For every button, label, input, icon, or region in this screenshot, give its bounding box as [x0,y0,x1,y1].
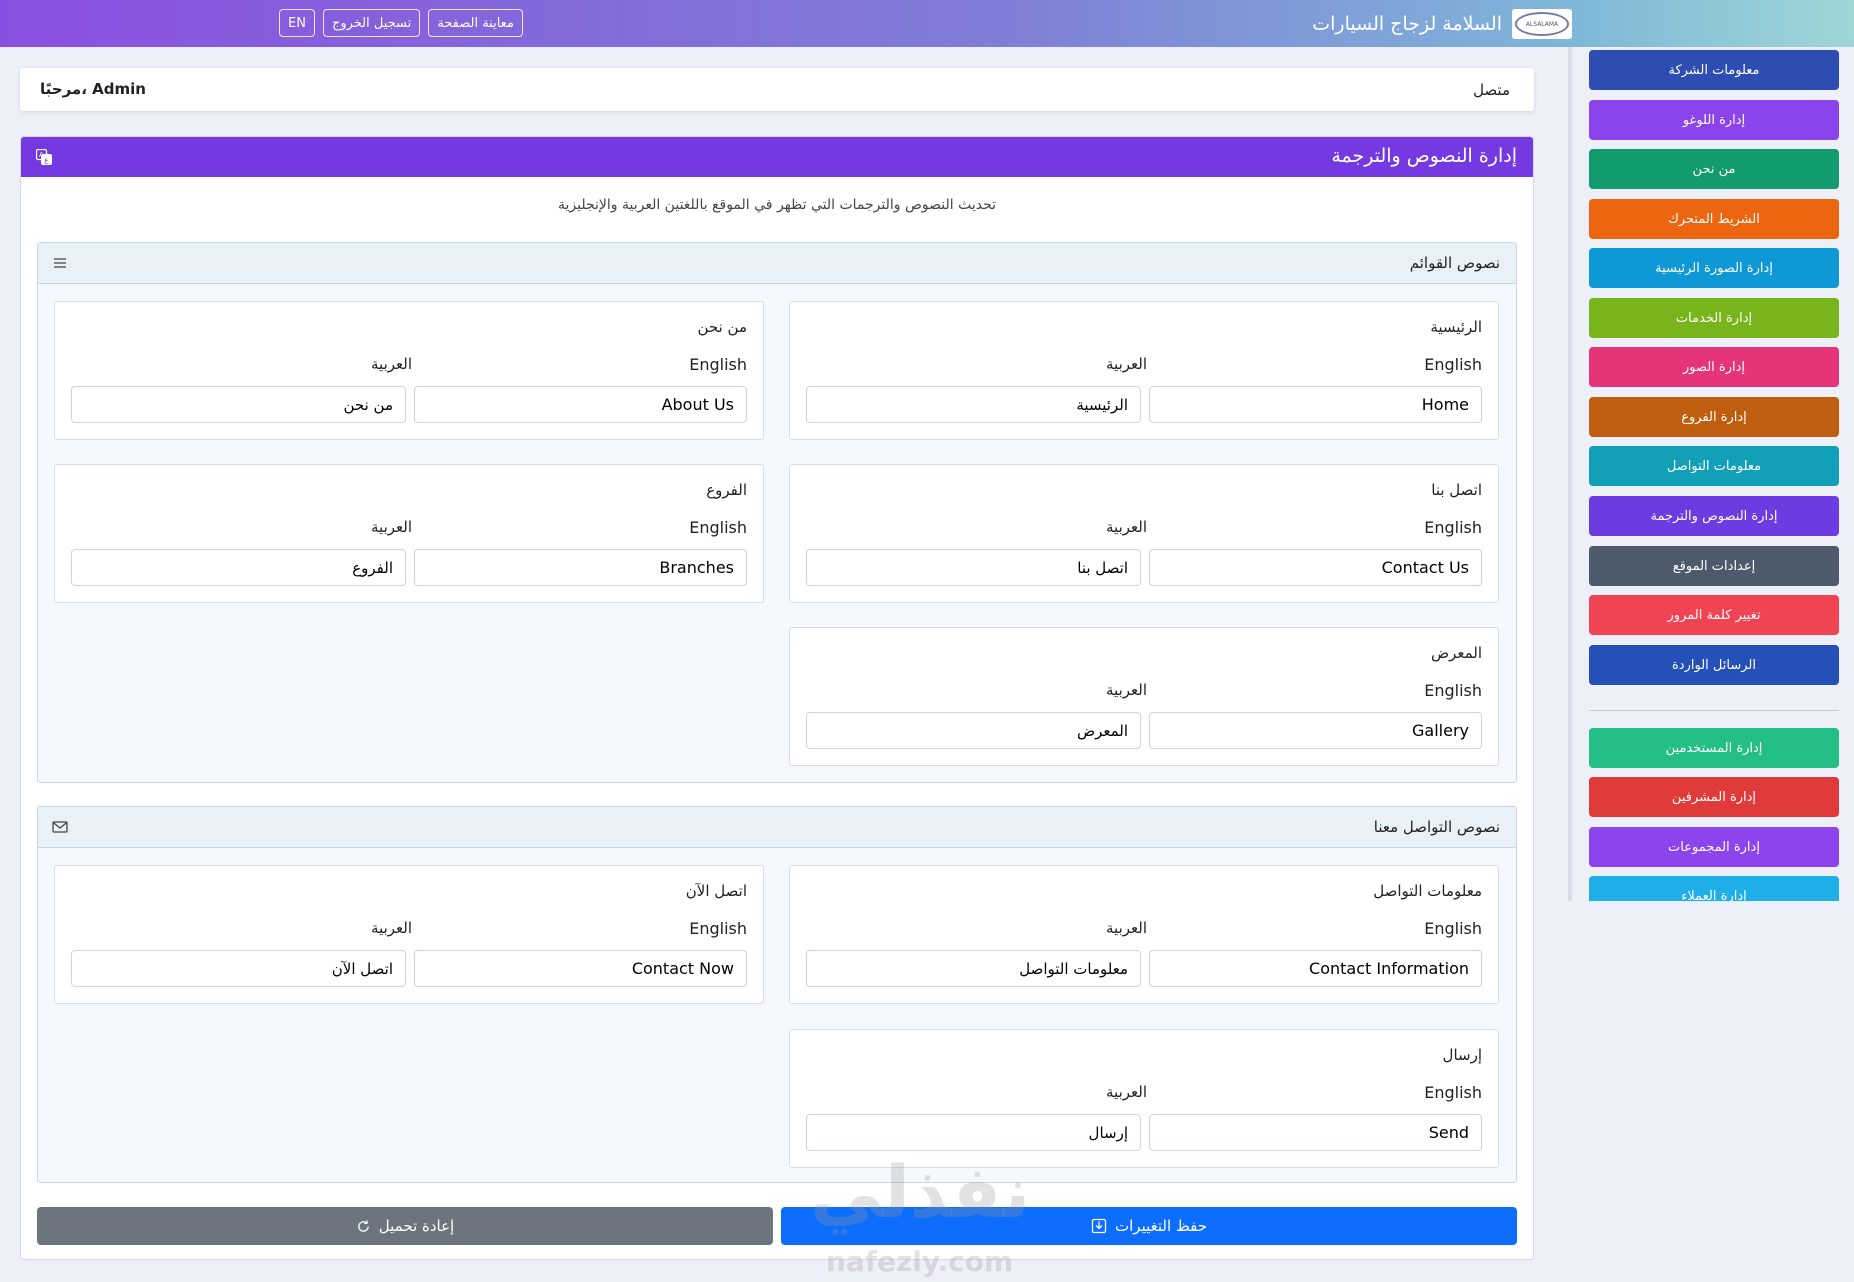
envelope-icon [52,821,68,833]
section-title: نصوص التواصل معنا [1373,818,1500,836]
svg-text:A: A [39,151,44,159]
brand-title: السلامة لزجاج السيارات [1312,13,1502,35]
section-header: نصوص التواصل معنا [38,807,1516,848]
arabic-label: العربية [1106,518,1147,536]
panel-title: إدارة النصوص والترجمة [1331,145,1517,167]
arabic-label: العربية [1106,919,1147,937]
list-icon [54,258,66,268]
translate-icon: A ع [36,149,52,165]
translation-card-about: من نحن English العربية [54,301,764,440]
sidebar-item-logo[interactable]: إدارة اللوغو [1589,100,1839,140]
english-input[interactable] [414,950,747,987]
save-icon [1091,1218,1107,1234]
section-title: نصوص القوائم [1409,254,1500,272]
english-label: English [1424,919,1482,938]
arabic-label: العربية [1106,355,1147,373]
sidebar-item-contact-info[interactable]: معلومات التواصل [1589,446,1839,486]
contact-texts-section: نصوص التواصل معنا معلومات التواصل Englis… [37,806,1517,1183]
english-input[interactable] [1149,386,1482,423]
translation-card-branches: الفروع English العربية [54,464,764,603]
translation-card-home: الرئيسية English العربية [789,301,1499,440]
english-input[interactable] [414,386,747,423]
arabic-input[interactable] [806,549,1141,586]
sidebar-item-services[interactable]: إدارة الخدمات [1589,298,1839,338]
sidebar-item-images[interactable]: إدارة الصور [1589,347,1839,387]
sidebar-item-about[interactable]: من نحن [1589,149,1839,189]
save-changes-label: حفظ التغييرات [1115,1217,1207,1235]
sidebar-item-texts[interactable]: إدارة النصوص والترجمة [1589,496,1839,536]
sidebar-item-site-settings[interactable]: إعدادات الموقع [1589,546,1839,586]
english-label: English [689,919,747,938]
card-title: اتصل الآن [685,882,747,900]
arabic-input[interactable] [806,950,1141,987]
english-label: English [689,355,747,374]
card-title: معلومات التواصل [1373,882,1482,900]
arabic-label: العربية [371,518,412,536]
english-input[interactable] [1149,712,1482,749]
arabic-input[interactable] [71,549,406,586]
panel-header: إدارة النصوص والترجمة A ع [21,137,1533,177]
brand-logo: ALSALAMA [1512,9,1572,39]
sidebar-item-groups[interactable]: إدارة المجموعات [1589,827,1839,867]
sidebar-item-hero-image[interactable]: إدارة الصورة الرئيسية [1589,248,1839,288]
sidebar-item-branches[interactable]: إدارة الفروع [1589,397,1839,437]
arabic-label: العربية [371,919,412,937]
sidebar-item-company-info[interactable]: معلومات الشركة [1589,50,1839,90]
english-input[interactable] [414,549,747,586]
card-title: الرئيسية [1430,318,1482,336]
panel-subtitle: تحديث النصوص والترجمات التي تظهر في المو… [557,197,997,213]
reload-label: إعادة تحميل [378,1217,455,1235]
translation-card-gallery: المعرض English العربية [789,627,1499,766]
english-input[interactable] [1149,549,1482,586]
connection-status: متصل [1473,81,1510,99]
menu-texts-section: نصوص القوائم الرئيسية English العربية من… [37,242,1517,783]
english-input[interactable] [1149,1114,1482,1151]
lang-toggle-button[interactable]: EN [279,9,315,37]
top-navbar: ALSALAMA السلامة لزجاج السيارات EN تسجيل… [0,0,1854,47]
logout-button[interactable]: تسجيل الخروج [322,9,421,37]
english-label: English [1424,681,1482,700]
arabic-label: العربية [1106,681,1147,699]
sidebar-item-admins[interactable]: إدارة المشرفين [1589,777,1839,817]
arabic-input[interactable] [806,386,1141,423]
arabic-input[interactable] [806,712,1141,749]
translation-card-contact: اتصل بنا English العربية [789,464,1499,603]
translation-card-send: إرسال English العربية [789,1029,1499,1168]
english-label: English [689,518,747,537]
english-label: English [1424,518,1482,537]
card-title: إرسال [1442,1046,1482,1064]
arabic-label: العربية [1106,1083,1147,1101]
logo-oval: ALSALAMA [1515,12,1569,36]
arabic-label: العربية [371,355,412,373]
sidebar-item-change-password[interactable]: تغيير كلمة المرور [1589,595,1839,635]
sidebar-item-inbox[interactable]: الرسائل الواردة [1589,645,1839,685]
save-changes-button[interactable]: حفظ التغييرات [781,1207,1517,1245]
arabic-input[interactable] [71,950,406,987]
arabic-input[interactable] [806,1114,1141,1151]
sidebar-item-ticker[interactable]: الشريط المتحرك [1589,199,1839,239]
welcome-card: متصل مرحبًا، Admin [20,68,1534,111]
english-label: English [1424,355,1482,374]
sidebar-border [1568,47,1572,901]
sidebar-divider [1589,710,1839,711]
welcome-greeting: مرحبًا، Admin [40,80,146,98]
preview-page-button[interactable]: معاينة الصفحة [428,9,523,37]
translation-card-contact-now: اتصل الآن English العربية [54,865,764,1004]
english-input[interactable] [1149,950,1482,987]
brand[interactable]: ALSALAMA السلامة لزجاج السيارات [1312,8,1572,40]
arabic-input[interactable] [71,386,406,423]
refresh-icon [357,1219,369,1232]
text-management-panel: إدارة النصوص والترجمة A ع تحديث النصوص و… [20,136,1534,1260]
card-title: اتصل بنا [1431,481,1482,499]
card-title: من نحن [697,318,748,336]
section-header: نصوص القوائم [38,243,1516,284]
sidebar: معلومات الشركة إدارة اللوغو من نحن الشري… [1568,47,1854,901]
card-title: المعرض [1430,644,1482,662]
sidebar-item-clients[interactable]: إدارة العملاء [1589,876,1839,901]
english-label: English [1424,1083,1482,1102]
translation-card-contact-info: معلومات التواصل English العربية [789,865,1499,1004]
card-title: الفروع [706,481,747,499]
reload-button[interactable]: إعادة تحميل [37,1207,773,1245]
sidebar-item-users[interactable]: إدارة المستخدمين [1589,728,1839,768]
